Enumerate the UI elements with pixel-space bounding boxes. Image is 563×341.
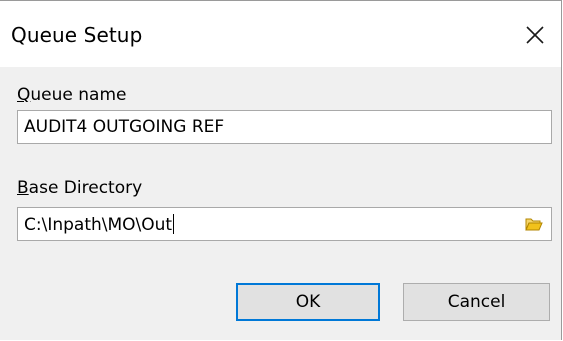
queue-name-value: AUDIT4 OUTGOING REF <box>24 117 225 137</box>
base-directory-label: Base Directory <box>17 178 143 198</box>
close-icon <box>526 26 544 44</box>
browse-folder-button[interactable] <box>524 215 544 233</box>
dialog-title: Queue Setup <box>11 23 143 47</box>
close-button[interactable] <box>515 15 555 55</box>
base-directory-value: C:\Inpath\MO\Out <box>24 215 173 235</box>
queue-name-label: Queue name <box>17 85 127 105</box>
title-bar: Queue Setup <box>0 1 561 67</box>
ok-button[interactable]: OK <box>236 283 380 321</box>
folder-icon <box>525 218 543 231</box>
cancel-button[interactable]: Cancel <box>403 283 550 321</box>
queue-setup-dialog: Queue Setup Queue name AUDIT4 OUTGOING R… <box>0 0 562 340</box>
queue-name-input[interactable]: AUDIT4 OUTGOING REF <box>17 110 552 144</box>
base-directory-input[interactable]: C:\Inpath\MO\Out <box>17 207 552 241</box>
dialog-body: Queue name AUDIT4 OUTGOING REF Base Dire… <box>0 67 561 340</box>
text-caret <box>173 214 175 234</box>
